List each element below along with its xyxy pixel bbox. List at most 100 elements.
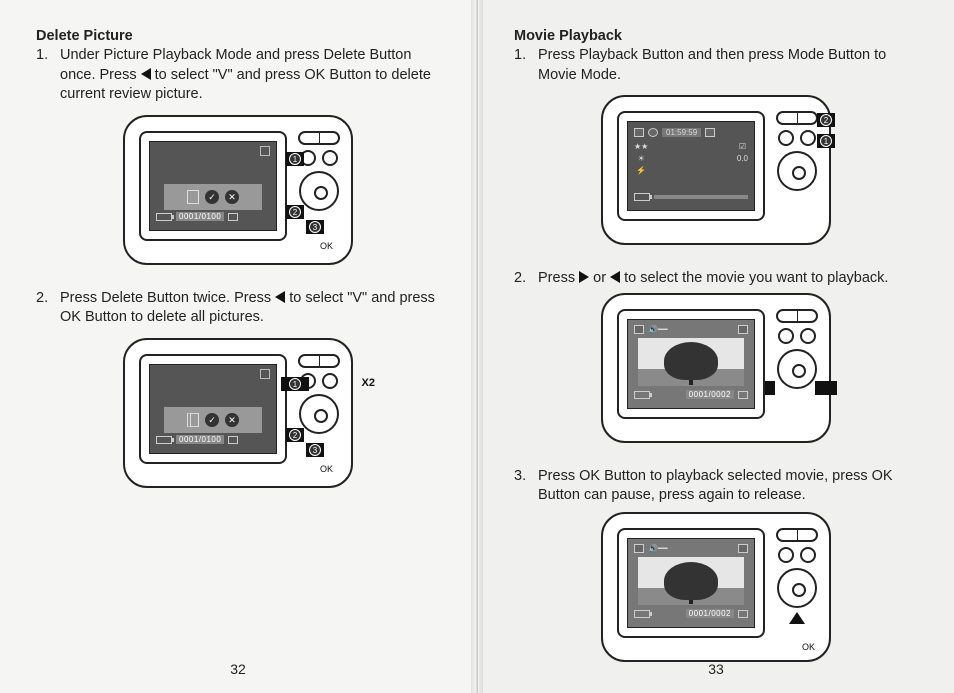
card-icon [738,325,748,334]
dpad [777,568,817,608]
battery-icon [634,193,650,201]
left-figure-2: ✓ ✕ 0001/0100 1 X [36,338,440,492]
step-text: Press OK Button to playback selected mov… [538,467,918,506]
left-arrow-icon [275,291,285,303]
right-step-3: 3. Press OK Button to playback selected … [514,467,918,506]
zoom-rocker [776,528,818,542]
page-left: Delete Picture 1. Under Picture Playback… [0,0,477,693]
cancel-icon: ✕ [225,413,239,427]
dpad [777,349,817,389]
camera-controls [773,111,821,191]
camera-screen: ✓ ✕ 0001/0100 [139,131,287,241]
small-button-2 [800,130,816,146]
confirm-icon: ✓ [205,190,219,204]
small-button-2 [800,328,816,344]
screen-content: 🔊━━ 0001/0002 [627,319,755,409]
camera-diagram: ✓ ✕ 0001/0100 1 X [123,338,353,488]
rec-icon [648,128,658,137]
small-button-2 [322,150,338,166]
left-arrow-icon [610,271,620,283]
movie-mode-icon [738,391,748,399]
camera-diagram: 🔊━━ 0001/0002 [601,512,831,662]
small-button-1 [778,547,794,563]
battery-icon [634,391,650,399]
right-arrow-icon [579,271,589,283]
quality-icon: ★★ [634,142,648,151]
right-title: Movie Playback [514,28,918,44]
small-button-2 [322,373,338,389]
step-text: Press Playback Button and then press Mod… [538,46,918,85]
sound-icon: 🔊━━ [648,325,668,334]
sound-icon: 🔊━━ [648,544,668,553]
step-text: Press Delete Button twice. Press to sele… [60,289,440,328]
progress-bar [654,195,748,199]
camera-controls [295,354,343,434]
callout-1: 1 [281,377,309,391]
x2-label: X2 [362,377,375,389]
ok-label: OK [320,241,333,251]
small-button-1 [778,130,794,146]
frame-counter: 0001/0002 [686,390,734,399]
camera-controls [773,309,821,389]
zoom-rocker [298,131,340,145]
top-bar [156,146,270,158]
camera-controls [773,528,821,608]
step2-text-a: Press Delete Button twice. Press [60,290,275,306]
dpad [299,171,339,211]
right-figure-2: 🔊━━ 0001/0002 [514,293,918,447]
status-bar: 0001/0100 [156,210,270,224]
camera-screen: 🔊━━ 0001/0002 [617,309,765,419]
status-bar: 0001/0002 [634,607,748,621]
delete-dialog: ✓ ✕ [164,407,262,433]
left-arrow-icon [141,68,151,80]
camera-screen: ✓ ✕ 0001/0100 [139,354,287,464]
callout-2: 2 [817,113,835,127]
up-arrow-icon [789,612,805,624]
dpad [299,394,339,434]
wb-icon: ☀ [634,154,648,163]
step2-text-c: to select the movie you want to playback… [624,270,888,286]
small-button-2 [800,547,816,563]
step-number: 2. [36,289,60,328]
camera-screen: 01:59:59 ★★ ☀ ⚡ ☑ 0.0 [617,111,765,221]
movie-thumbnail [638,557,744,605]
movie-thumbnail [638,338,744,386]
zoom-rocker [776,111,818,125]
zoom-rocker [776,309,818,323]
left-title: Delete Picture [36,28,440,44]
ok-label: OK [802,642,815,652]
trash-icon [187,190,199,204]
ev-icon: ☑ [737,142,748,151]
screen-content: 🔊━━ 0001/0002 [627,538,755,628]
movie-icon [634,128,644,137]
delete-dialog: ✓ ✕ [164,184,262,210]
top-icons: 🔊━━ [634,543,748,555]
left-figure-1: ✓ ✕ 0001/0100 1 2 [36,115,440,269]
callout-1: 1 [817,134,835,148]
status-bar: 0001/0002 [634,388,748,402]
ok-label: OK [320,464,333,474]
camera-diagram: 01:59:59 ★★ ☀ ⚡ ☑ 0.0 [601,95,831,245]
left-status-icons: ★★ ☀ ⚡ [634,142,648,175]
page-right: Movie Playback 1. Press Playback Button … [477,0,954,693]
battery-icon [634,610,650,618]
step-number: 2. [514,269,538,289]
callout-3: 3 [306,443,324,457]
frame-counter: 0001/0002 [686,609,734,618]
cancel-icon: ✕ [225,190,239,204]
zoom-rocker [298,354,340,368]
callout-1: 1 [286,152,304,166]
step-number: 1. [514,46,538,85]
page-number-right: 33 [708,661,724,677]
callout-3: 3 [306,220,324,234]
picture-icon [228,436,238,444]
callout-right [815,381,837,395]
time-bar: 01:59:59 [634,126,748,138]
flash-icon: ⚡ [634,166,648,175]
status-bar [634,190,748,204]
step2-text-b: or [593,270,610,286]
frame-counter: 0001/0100 [176,212,224,221]
top-icons: 🔊━━ [634,324,748,336]
step2-text-a: Press [538,270,579,286]
confirm-icon: ✓ [205,413,219,427]
